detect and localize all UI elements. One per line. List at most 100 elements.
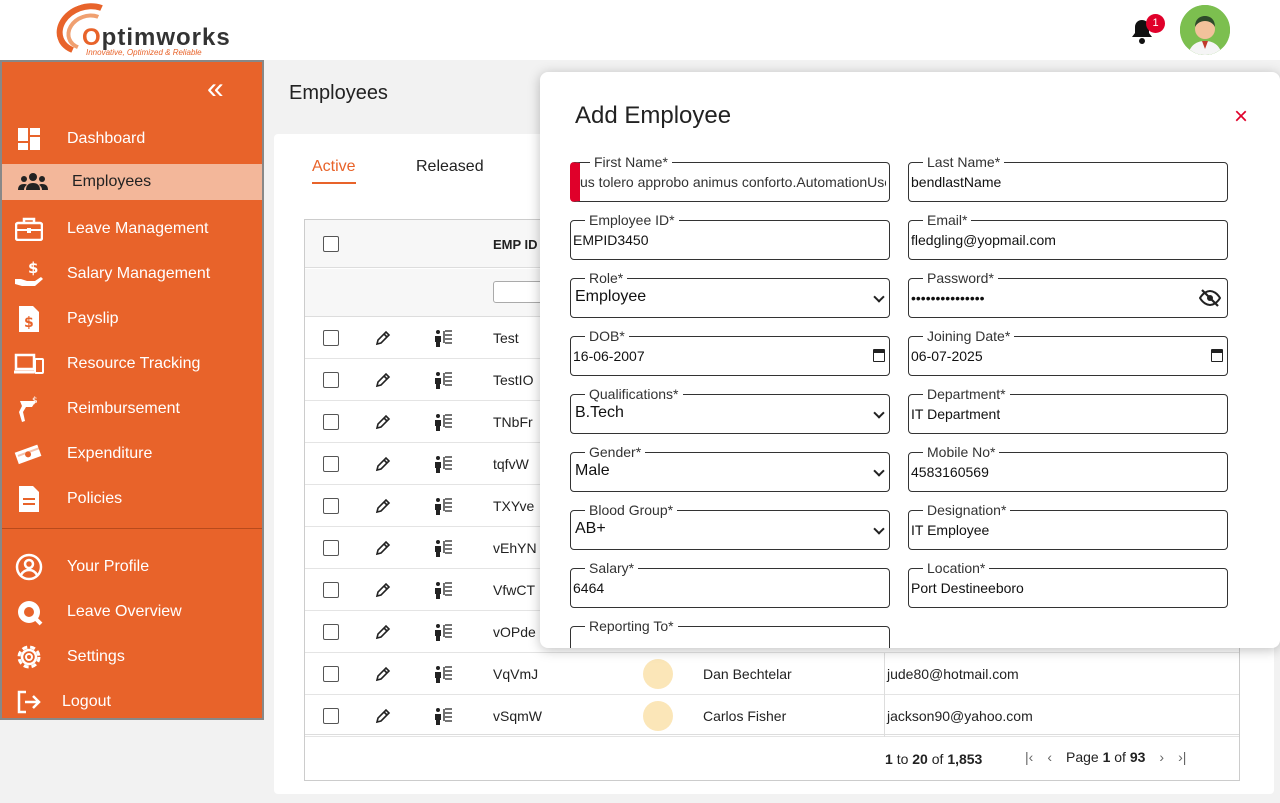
svg-text:$: $ [28, 260, 38, 277]
role-select[interactable]: Role* Employee [570, 270, 890, 318]
mobile-field[interactable]: Mobile No* 4583160569 [908, 444, 1228, 492]
reporting-to-select[interactable]: Reporting To* [570, 618, 890, 648]
next-page-icon[interactable]: › [1159, 749, 1164, 765]
sidebar-item-settings[interactable]: Settings [2, 639, 262, 675]
svg-text:$: $ [32, 396, 38, 406]
briefcase-icon [14, 215, 44, 243]
dialog-title: Add Employee [575, 102, 732, 129]
sidebar-item-leave-overview[interactable]: Leave Overview [2, 594, 262, 630]
column-emp-id[interactable]: EMP ID [493, 237, 538, 252]
salary-field[interactable]: Salary* 6464 [570, 560, 890, 608]
row-checkbox[interactable] [323, 414, 339, 430]
brand-logo[interactable]: Optimworks Innovative, Optimized & Relia… [49, 0, 236, 64]
sidebar-item-leave-management[interactable]: Leave Management [2, 211, 262, 247]
sidebar-item-your-profile[interactable]: Your Profile [2, 549, 262, 585]
row-checkbox[interactable] [323, 540, 339, 556]
employee-name-cell: Carlos Fisher [703, 708, 787, 724]
calendar-icon[interactable] [1211, 349, 1223, 362]
sidebar-item-salary-management[interactable]: $ Salary Management [2, 256, 262, 292]
chevron-down-icon [873, 291, 885, 303]
hierarchy-icon[interactable] [433, 581, 453, 602]
tab-released[interactable]: Released [416, 158, 484, 182]
hierarchy-icon[interactable] [433, 665, 453, 686]
hierarchy-icon[interactable] [433, 623, 453, 644]
joining-date-field[interactable]: Joining Date* 06-07-2025 [908, 328, 1228, 376]
edit-icon[interactable] [375, 330, 391, 349]
edit-icon[interactable] [375, 414, 391, 433]
tab-active[interactable]: Active [312, 158, 356, 184]
employee-email-cell: jude80@hotmail.com [887, 666, 1019, 682]
edit-icon[interactable] [375, 498, 391, 517]
sidebar-item-employees[interactable]: Employees [2, 164, 262, 200]
notification-badge: 1 [1146, 14, 1165, 33]
avatar-illustration [1180, 5, 1230, 55]
emp-id-cell: vOPde [493, 624, 536, 640]
select-all-checkbox[interactable] [323, 236, 339, 252]
last-name-field[interactable]: Last Name* bendlastName [908, 154, 1228, 202]
dob-field[interactable]: DOB* 16-06-2007 [570, 328, 890, 376]
email-field[interactable]: Email* fledgling@yopmail.com [908, 212, 1228, 260]
edit-icon[interactable] [375, 624, 391, 643]
prev-page-icon[interactable]: ‹ [1047, 749, 1052, 765]
hierarchy-icon[interactable] [433, 329, 453, 350]
edit-icon[interactable] [375, 582, 391, 601]
row-checkbox[interactable] [323, 666, 339, 682]
edit-icon[interactable] [375, 456, 391, 475]
row-checkbox[interactable] [323, 456, 339, 472]
hierarchy-icon[interactable] [433, 539, 453, 560]
hierarchy-icon[interactable] [433, 707, 453, 728]
table-row[interactable]: VqVmJ Dan Bechtelar jude80@hotmail.com [305, 653, 1239, 695]
collapse-sidebar-icon[interactable]: « [207, 74, 224, 104]
dashboard-icon [14, 125, 44, 153]
sidebar-item-expenditure[interactable]: Expenditure [2, 436, 262, 472]
eye-off-icon[interactable] [1199, 289, 1221, 307]
leave-overview-icon [14, 598, 44, 626]
employee-id-field[interactable]: Employee ID* EMPID3450 [570, 212, 890, 260]
edit-icon[interactable] [375, 372, 391, 391]
sidebar-item-policies[interactable]: Policies [2, 481, 262, 517]
calendar-icon[interactable] [873, 349, 885, 362]
row-checkbox[interactable] [323, 330, 339, 346]
table-row[interactable]: vSqmW Carlos Fisher jackson90@yahoo.com [305, 695, 1239, 737]
sidebar-item-resource-tracking[interactable]: Resource Tracking [2, 346, 262, 382]
row-checkbox[interactable] [323, 708, 339, 724]
hierarchy-icon[interactable] [433, 497, 453, 518]
last-page-icon[interactable]: ›| [1178, 749, 1186, 765]
sidebar-item-label: Salary Management [67, 265, 211, 282]
column-separator [884, 653, 885, 695]
pager-controls: |‹ ‹ Page 1 of 93 › ›| [1025, 749, 1186, 765]
department-field[interactable]: Department* IT Department [908, 386, 1228, 434]
first-page-icon[interactable]: |‹ [1025, 749, 1033, 765]
hierarchy-icon[interactable] [433, 455, 453, 476]
blood-group-select[interactable]: Blood Group* AB+ [570, 502, 890, 550]
sidebar-item-logout[interactable]: Logout [2, 684, 262, 720]
row-checkbox[interactable] [323, 372, 339, 388]
edit-icon[interactable] [375, 666, 391, 685]
top-bar: Optimworks Innovative, Optimized & Relia… [0, 0, 1280, 64]
emp-id-cell: tqfvW [493, 456, 529, 472]
hierarchy-icon[interactable] [433, 371, 453, 392]
edit-icon[interactable] [375, 540, 391, 559]
row-checkbox[interactable] [323, 582, 339, 598]
qualifications-select[interactable]: Qualifications* B.Tech [570, 386, 890, 434]
hierarchy-icon[interactable] [433, 413, 453, 434]
first-name-field[interactable]: First Name* us tolero approbo animus con… [570, 154, 890, 202]
sidebar-item-label: Leave Management [67, 220, 209, 237]
close-icon[interactable]: × [1234, 105, 1248, 129]
designation-field[interactable]: Designation* IT Employee [908, 502, 1228, 550]
gender-select[interactable]: Gender* Male [570, 444, 890, 492]
row-checkbox[interactable] [323, 624, 339, 640]
reimbursement-icon: $ [14, 395, 44, 423]
sidebar-item-reimbursement[interactable]: $ Reimbursement [2, 391, 262, 427]
sidebar-item-payslip[interactable]: $ Payslip [2, 301, 262, 337]
page-title: Employees [289, 82, 388, 104]
emp-id-cell: vSqmW [493, 708, 542, 724]
row-checkbox[interactable] [323, 498, 339, 514]
chevron-down-icon [873, 465, 885, 477]
user-avatar[interactable] [1180, 5, 1230, 55]
edit-icon[interactable] [375, 708, 391, 727]
password-field[interactable]: Password* ••••••••••••••• [908, 270, 1228, 318]
brand-tagline: Innovative, Optimized & Reliable [86, 48, 202, 57]
sidebar-item-dashboard[interactable]: Dashboard [2, 121, 262, 157]
location-field[interactable]: Location* Port Destineeboro [908, 560, 1228, 608]
